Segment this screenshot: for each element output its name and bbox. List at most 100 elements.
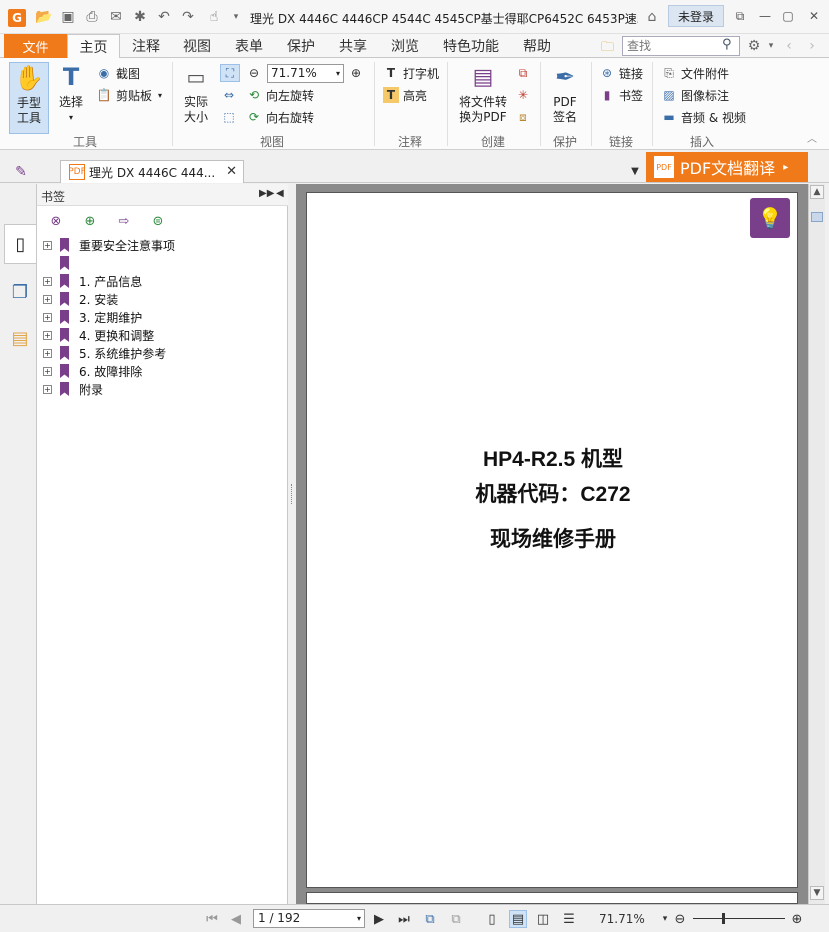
settings-dropdown-icon[interactable]: ▾ bbox=[762, 37, 780, 55]
bookmark-button[interactable]: ▮ 书签 bbox=[599, 86, 643, 104]
expand-toggle-icon[interactable]: + bbox=[43, 330, 52, 340]
document-tab[interactable]: PDF 理光 DX 4446C 444... ✕ bbox=[60, 160, 244, 183]
fit-visible-button[interactable]: ⬚ bbox=[221, 108, 241, 126]
create-blank-button[interactable]: ✳ bbox=[515, 86, 535, 104]
rotate-right-button[interactable]: ⟳ 向右旋转 bbox=[246, 108, 314, 126]
expand-toggle-icon[interactable]: + bbox=[43, 294, 52, 304]
expand-toggle-icon[interactable]: + bbox=[43, 366, 52, 376]
status-zoom-out-icon[interactable]: ⊖ bbox=[671, 910, 689, 928]
zoom-out-button[interactable]: ⊖ bbox=[246, 64, 266, 82]
close-tab-icon[interactable]: ✕ bbox=[226, 164, 237, 179]
scroll-down-icon[interactable]: ▼ bbox=[810, 886, 824, 900]
next-page-icon[interactable]: ▶ bbox=[370, 910, 388, 928]
settings-gear-icon[interactable]: ⚙ bbox=[745, 37, 763, 55]
tab-share[interactable]: 共享 bbox=[330, 34, 376, 58]
create-from-file-button[interactable]: ⧉ bbox=[515, 64, 535, 82]
expand-toggle-icon[interactable]: + bbox=[43, 312, 52, 322]
clipboard-button[interactable]: 📋 剪贴板 ▾ bbox=[96, 86, 163, 104]
restore-layout-icon[interactable]: ⧉ bbox=[729, 7, 751, 25]
save-icon[interactable]: ▣ bbox=[59, 8, 77, 26]
zoom-dropdown-icon[interactable]: ▾ bbox=[336, 65, 340, 82]
tab-help[interactable]: 帮助 bbox=[514, 34, 560, 58]
bookmark-item[interactable] bbox=[43, 254, 79, 272]
tab-view[interactable]: 视图 bbox=[174, 34, 220, 58]
bookmark-item[interactable]: +2. 安装 bbox=[43, 290, 118, 308]
next-view-icon[interactable]: ⧉ bbox=[447, 910, 465, 928]
pdf-translate-button[interactable]: PDF PDF文档翻译 ▸ bbox=[646, 152, 808, 182]
expand-toggle-icon[interactable]: + bbox=[43, 240, 52, 250]
home-icon[interactable]: ⌂ bbox=[643, 8, 661, 26]
sidebar-toggle-icon[interactable]: ✎ bbox=[12, 163, 30, 181]
nav-back-icon[interactable]: ‹ bbox=[780, 37, 798, 55]
document-viewport[interactable]: 💡 HP4-R2.5 机型 机器代码：C272 现场维修手册 bbox=[296, 184, 808, 904]
screenshot-button[interactable]: ◉ 截图 bbox=[96, 64, 140, 82]
panel-splitter[interactable] bbox=[288, 184, 296, 904]
previous-page-icon[interactable]: ◀ bbox=[227, 910, 245, 928]
single-page-icon[interactable]: ▯ bbox=[483, 910, 501, 928]
close-icon[interactable]: ✕ bbox=[803, 7, 825, 25]
redo-icon[interactable]: ↷ bbox=[179, 8, 197, 26]
scrollbar-thumb[interactable] bbox=[811, 212, 823, 222]
continuous-facing-icon[interactable]: ☰ bbox=[560, 910, 578, 928]
bookmark-item[interactable]: +5. 系统维护参考 bbox=[43, 344, 166, 362]
tab-features[interactable]: 特色功能 bbox=[434, 34, 508, 58]
find-folder-icon[interactable]: 🗀 bbox=[601, 38, 617, 55]
panel-collapse-icon[interactable]: ◀ bbox=[276, 188, 284, 199]
bookmark-options-icon[interactable]: ⊜ bbox=[149, 212, 167, 230]
typewriter-button[interactable]: T 打字机 bbox=[383, 64, 439, 82]
bookmark-item[interactable]: +3. 定期维护 bbox=[43, 308, 142, 326]
clipboard-dropdown-icon[interactable]: ▾ bbox=[158, 91, 162, 100]
zoom-in-button[interactable]: ⊕ bbox=[348, 64, 368, 82]
select-dropdown-icon[interactable]: ▾ bbox=[69, 110, 73, 125]
vertical-scrollbar[interactable]: ▲ ▼ bbox=[808, 184, 825, 904]
bookmark-item[interactable]: +1. 产品信息 bbox=[43, 272, 142, 290]
tab-comment[interactable]: 注释 bbox=[122, 34, 170, 58]
facing-page-icon[interactable]: ◫ bbox=[534, 910, 552, 928]
hand-tool-button[interactable]: ✋ 手型 工具 bbox=[9, 62, 49, 134]
pages-panel-icon[interactable]: ❐ bbox=[4, 272, 36, 312]
tab-form[interactable]: 表单 bbox=[226, 34, 272, 58]
panel-expand-icon[interactable]: ▶▶ bbox=[259, 188, 274, 199]
tab-home[interactable]: 主页 bbox=[67, 34, 120, 59]
bookmark-item[interactable]: + 重要安全注意事项 bbox=[43, 236, 175, 254]
zoom-slider-track[interactable] bbox=[693, 918, 785, 919]
zoom-select[interactable]: 71.71% ▾ bbox=[267, 64, 344, 83]
status-zoom-value[interactable]: 71.71% bbox=[599, 912, 645, 926]
status-zoom-in-icon[interactable]: ⊕ bbox=[788, 910, 806, 928]
previous-view-icon[interactable]: ⧉ bbox=[421, 910, 439, 928]
continuous-page-icon[interactable]: ▤ bbox=[509, 910, 527, 928]
scroll-up-icon[interactable]: ▲ bbox=[810, 185, 824, 199]
link-button[interactable]: ⊛ 链接 bbox=[599, 64, 643, 82]
bookmark-item[interactable]: +6. 故障排除 bbox=[43, 362, 142, 380]
actual-size-button[interactable]: ▭ 实际 大小 bbox=[178, 62, 214, 125]
fit-page-button[interactable]: ⛶ bbox=[220, 64, 240, 82]
search-icon[interactable]: ⚲ bbox=[722, 37, 732, 52]
collapse-ribbon-icon[interactable]: ︿ bbox=[807, 130, 817, 145]
lightbulb-tip-icon[interactable]: 💡 bbox=[750, 198, 790, 238]
page-number-input[interactable]: 1 / 192 ▾ bbox=[253, 909, 365, 928]
print-icon[interactable]: ⎙ bbox=[83, 8, 101, 26]
tab-file[interactable]: 文件 bbox=[4, 34, 67, 58]
login-button[interactable]: 未登录 bbox=[668, 5, 724, 27]
file-attachment-button[interactable]: ⎘ 文件附件 bbox=[661, 64, 729, 82]
tab-protect[interactable]: 保护 bbox=[278, 34, 324, 58]
last-page-icon[interactable]: ⏭ bbox=[395, 910, 413, 928]
convert-to-pdf-button[interactable]: ▤ 将文件转 换为PDF bbox=[455, 62, 511, 125]
fit-width-button[interactable]: ⇔ bbox=[221, 86, 241, 104]
bookmark-panel-icon[interactable]: ▯ bbox=[4, 224, 36, 264]
expand-toggle-icon[interactable]: + bbox=[43, 384, 52, 394]
app-logo-icon[interactable]: G bbox=[8, 9, 26, 27]
tab-list-dropdown-icon[interactable]: ▼ bbox=[626, 162, 644, 180]
undo-icon[interactable]: ↶ bbox=[155, 8, 173, 26]
email-icon[interactable]: ✉ bbox=[107, 8, 125, 26]
comments-panel-icon[interactable]: ▤ bbox=[4, 318, 36, 358]
minimize-icon[interactable]: — bbox=[754, 7, 776, 25]
pdf-sign-button[interactable]: ✒ PDF 签名 bbox=[546, 62, 584, 125]
bookmark-item[interactable]: + 附录 bbox=[43, 380, 103, 398]
hand-select-icon[interactable]: ☝ bbox=[205, 8, 223, 26]
bookmark-item[interactable]: +4. 更换和调整 bbox=[43, 326, 154, 344]
delete-bookmark-icon[interactable]: ⊗ bbox=[47, 212, 65, 230]
expand-toggle-icon[interactable]: + bbox=[43, 348, 52, 358]
move-bookmark-icon[interactable]: ⇨ bbox=[115, 212, 133, 230]
expand-toggle-icon[interactable]: + bbox=[43, 276, 52, 286]
